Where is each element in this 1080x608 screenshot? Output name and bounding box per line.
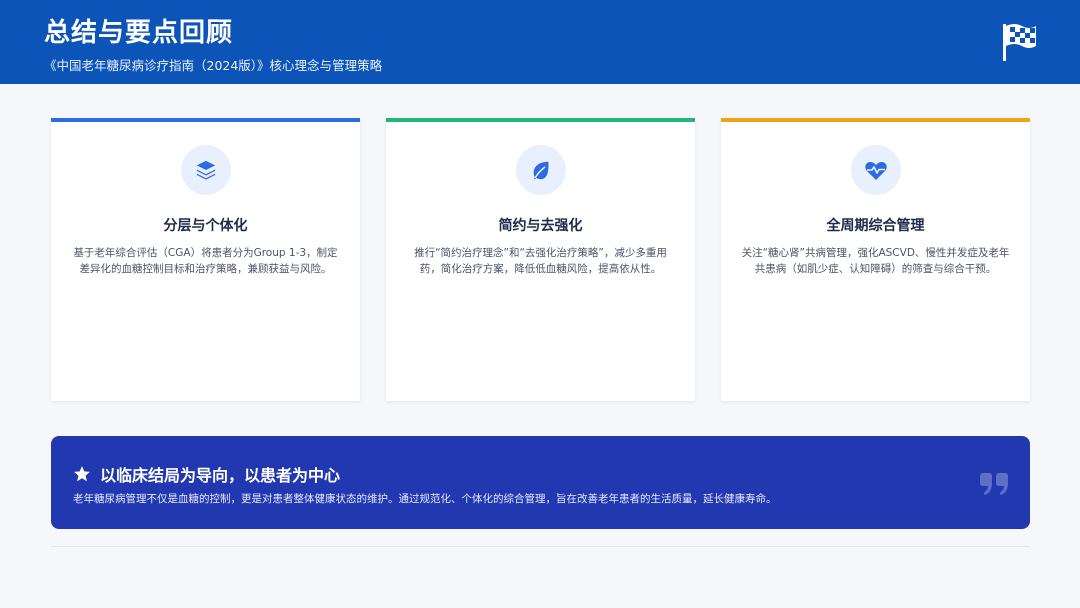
layers-icon [196, 160, 215, 180]
card-stratification: 分层与个体化 基于老年综合评估（CGA）将患者分为Group 1-3，制定差异化… [51, 118, 360, 401]
leaf-icon [533, 161, 549, 180]
card-icon-wrap [515, 145, 566, 195]
divider [51, 546, 1030, 547]
banner-desc: 老年糖尿病管理不仅是血糖的控制，更是对患者整体健康状态的维护。通过规范化、个体化… [73, 493, 777, 505]
summary-banner: 以临床结局为导向，以患者为中心 老年糖尿病管理不仅是血糖的控制，更是对患者整体健… [51, 436, 1030, 529]
heartbeat-icon [864, 161, 887, 180]
card-lifecycle: 全周期综合管理 关注“糖心肾”共病管理，强化ASCVD、慢性并发症及老年共患病（… [721, 118, 1030, 401]
banner-title: 以临床结局为导向，以患者为中心 [100, 466, 341, 485]
banner-title-row: 以临床结局为导向，以患者为中心 [73, 462, 340, 486]
card-desc: 基于老年综合评估（CGA）将患者分为Group 1-3，制定差异化的血糖控制目标… [73, 247, 338, 275]
star-icon [73, 465, 91, 483]
card-desc: 关注“糖心肾”共病管理，强化ASCVD、慢性并发症及老年共患病（如肌少症、认知障… [741, 247, 1010, 275]
card-simplification: 简约与去强化 推行“简约治疗理念”和“去强化治疗策略”，减少多重用药，简化治疗方… [386, 118, 695, 401]
quote-icon [980, 473, 1008, 495]
header: 总结与要点回顾 《中国老年糖尿病诊疗指南（2024版）》核心理念与管理策略 [0, 0, 1080, 84]
page-title: 总结与要点回顾 [44, 18, 234, 48]
card-desc: 推行“简约治疗理念”和“去强化治疗策略”，减少多重用药，简化治疗方案，降低低血糖… [414, 247, 667, 275]
page-subtitle: 《中国老年糖尿病诊疗指南（2024版）》核心理念与管理策略 [44, 58, 383, 73]
card-title: 简约与去强化 [498, 218, 583, 234]
card-title: 分层与个体化 [163, 218, 248, 234]
card-icon-wrap [180, 145, 231, 195]
card-title: 全周期综合管理 [826, 218, 925, 234]
cards-section: 分层与个体化 基于老年综合评估（CGA）将患者分为Group 1-3，制定差异化… [51, 118, 1030, 401]
card-icon-wrap [850, 145, 901, 195]
checkered-flag-icon [1003, 24, 1036, 61]
